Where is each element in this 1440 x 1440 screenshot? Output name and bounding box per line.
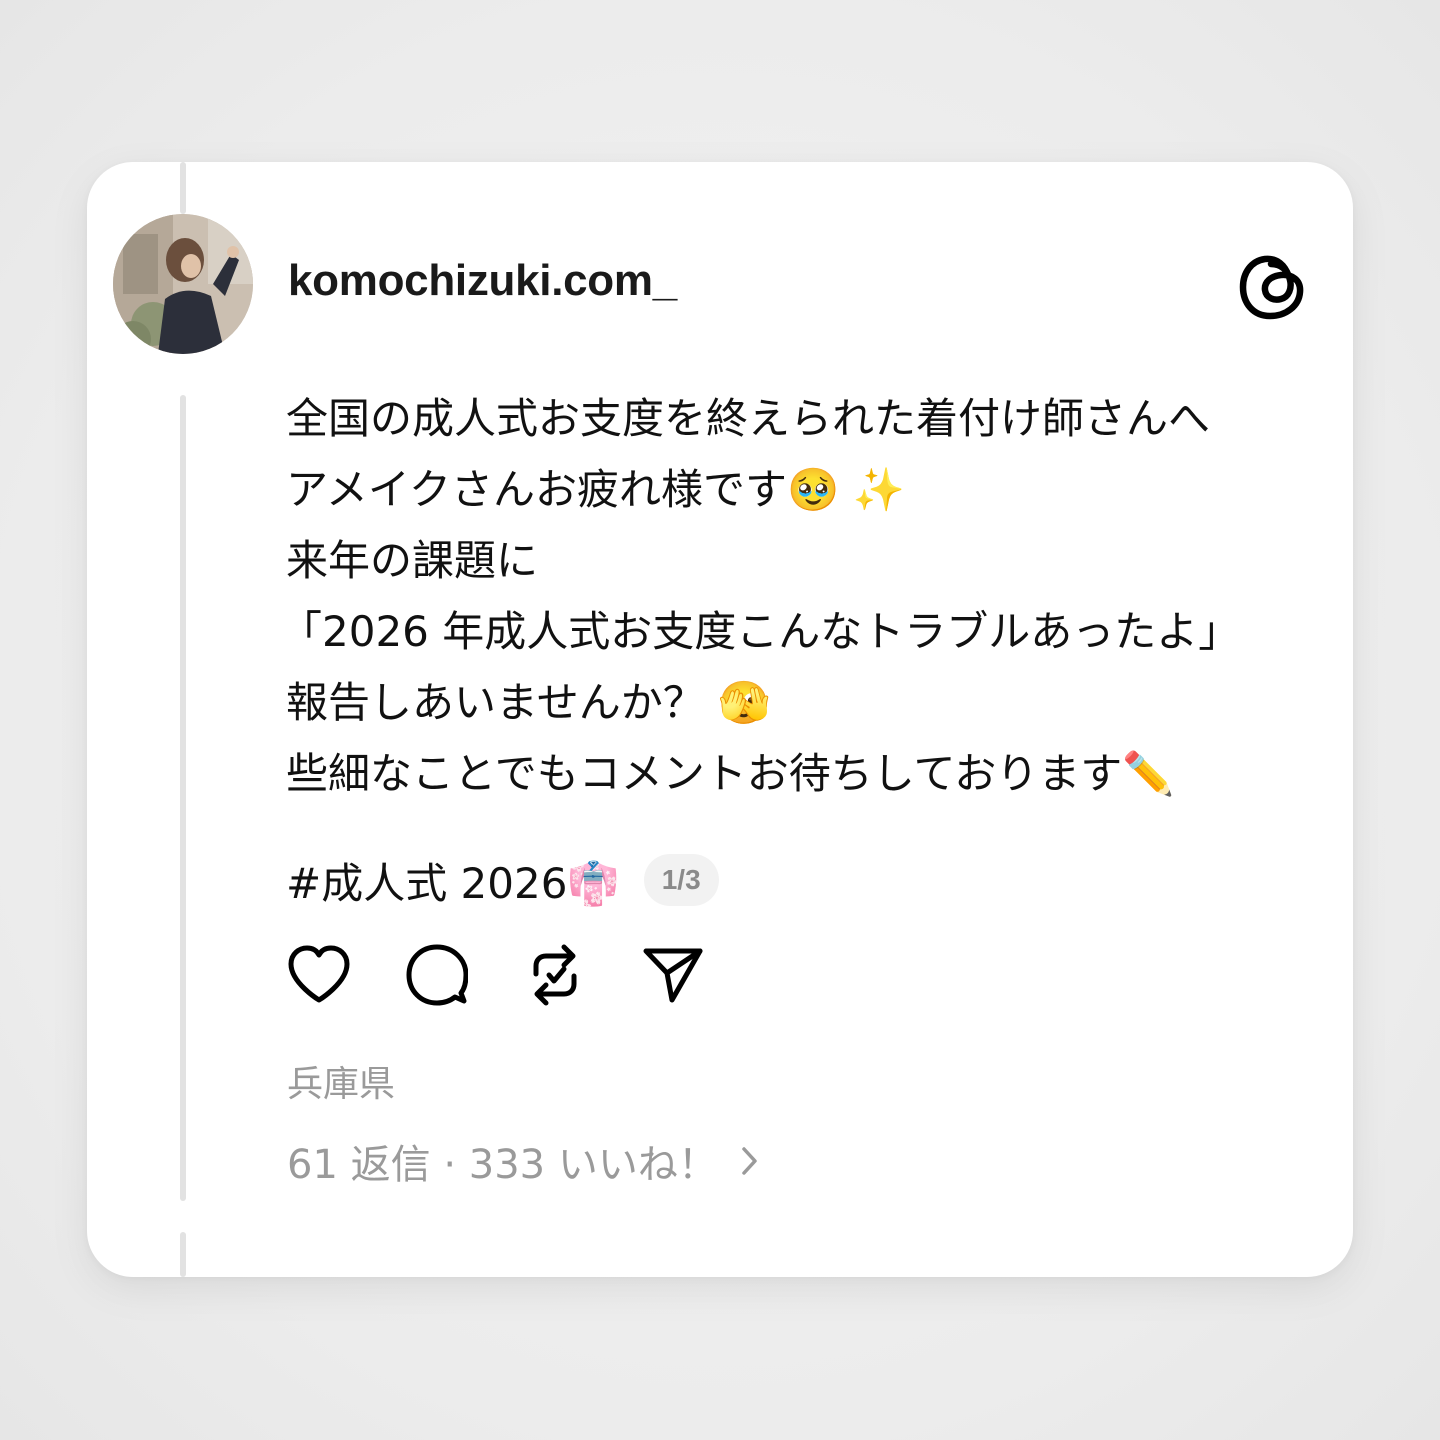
post-line: アメイクさんお疲れ様です🥹 ✨ <box>286 465 906 514</box>
location-label[interactable]: 兵庫県 <box>287 1055 395 1107</box>
comment-icon <box>406 944 468 1006</box>
page-indicator-badge: 1/3 <box>643 854 719 906</box>
threads-post-card: komochizuki.com_ 全国の成人式お支度を終えられた着付け師さんへ … <box>87 162 1353 1277</box>
post-line: 全国の成人式お支度を終えられた着付け師さんへ <box>286 394 1211 443</box>
post-line: 来年の課題に <box>286 536 539 585</box>
action-bar <box>286 942 706 1008</box>
chevron-right-icon <box>740 1145 760 1177</box>
post-line: 「2026 年成人式お支度こんなトラブルあったよ」 <box>280 607 1241 656</box>
hashtag-link[interactable]: #成人式 2026👘 <box>286 850 620 911</box>
post-stats-link[interactable]: 61 返信 · 333 いいね！ <box>287 1132 760 1190</box>
repost-icon <box>533 944 577 1006</box>
threads-logo-svg <box>1239 255 1304 320</box>
repost-button[interactable] <box>522 942 588 1008</box>
share-button[interactable] <box>640 942 706 1008</box>
reply-button[interactable] <box>404 942 470 1008</box>
thread-line-bottom <box>180 1232 186 1277</box>
post-body: 全国の成人式お支度を終えられた着付け師さんへ アメイクさんお疲れ様です🥹 ✨ 来… <box>280 383 1306 809</box>
post-line: 報告しあいませんか？ 🫣 <box>286 678 771 727</box>
like-button[interactable] <box>286 942 352 1008</box>
avatar[interactable] <box>113 214 253 354</box>
avatar-image <box>113 214 253 354</box>
hashtag-row: #成人式 2026👘 1/3 <box>286 845 719 915</box>
chevron-svg <box>742 1147 757 1175</box>
threads-logo-icon[interactable] <box>1237 248 1309 324</box>
post-line: 些細なことでもコメントお待ちしております✏️ <box>286 749 1175 798</box>
thread-line <box>180 395 186 1201</box>
heart-icon <box>288 945 350 1003</box>
send-icon <box>643 948 703 1003</box>
username[interactable]: komochizuki.com_ <box>288 256 677 306</box>
thread-line-top <box>180 162 186 214</box>
stats-text: 61 返信 · 333 いいね！ <box>287 1142 718 1188</box>
